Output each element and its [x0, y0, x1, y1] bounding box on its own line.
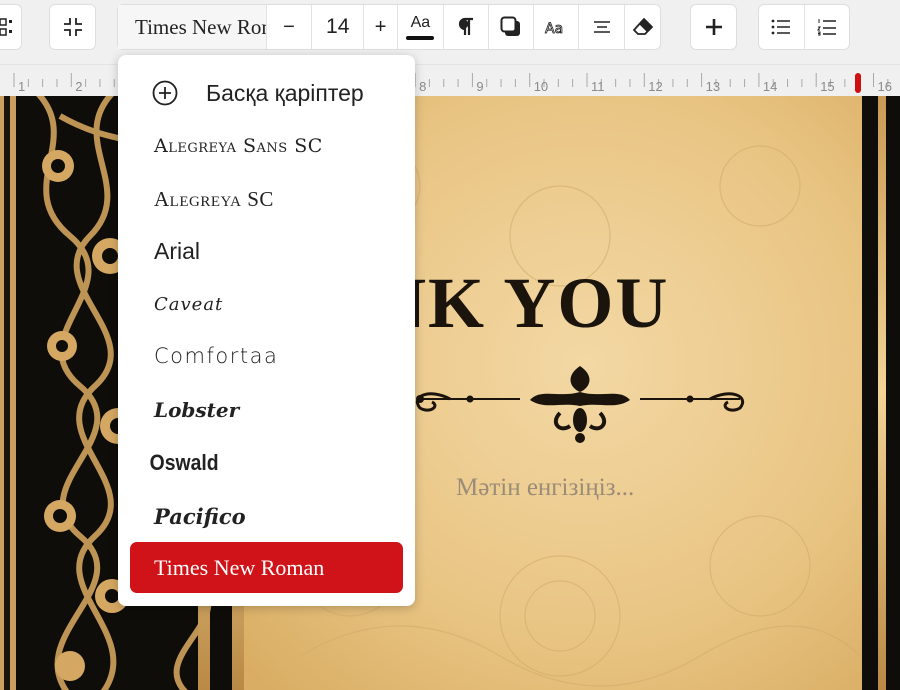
font-option-times-new-roman-selected[interactable]: Times New Roman: [130, 542, 403, 593]
collapse-button[interactable]: [49, 4, 96, 50]
text-case-label: Aa: [410, 14, 431, 31]
collapse-icon: [63, 18, 82, 36]
font-option-comfortaa[interactable]: Comfortaa: [118, 330, 415, 382]
numbered-list-icon: [817, 19, 836, 36]
ruler-label: 8: [419, 79, 426, 94]
ruler-label: 14: [763, 79, 777, 94]
pilcrow-icon: [458, 17, 473, 35]
add-circle-icon: [152, 80, 178, 106]
font-option-alegreya-sans-sc[interactable]: Alegreya Sans SC: [118, 120, 415, 172]
font-option-caveat[interactable]: Caveat: [118, 278, 415, 330]
ruler-label: 16: [878, 79, 892, 94]
font-dropdown: Басқа қаріптер Alegreya Sans SC Alegreya…: [118, 55, 415, 606]
text-format-toolbar: Times New Roman − 14 + Aa Aa: [117, 4, 661, 50]
font-option-alegreya-sc[interactable]: Alegreya SC: [118, 173, 415, 225]
list-toolbar: [758, 4, 850, 50]
more-fonts-option[interactable]: Басқа қаріптер: [118, 67, 415, 119]
ruler-label: 2: [75, 79, 82, 94]
text-style-button[interactable]: Aa: [533, 5, 578, 49]
more-fonts-label: Басқа қаріптер: [206, 79, 364, 106]
font-option-arial[interactable]: Arial: [118, 225, 415, 277]
svg-text:Aa: Aa: [545, 21, 563, 36]
add-element-button[interactable]: [690, 4, 737, 50]
ornament-divider-icon: [416, 366, 744, 443]
ruler-label: 13: [706, 79, 720, 94]
text-style-icon: Aa: [545, 21, 564, 36]
align-center-button[interactable]: [578, 5, 624, 49]
text-color-swatch: [406, 36, 435, 40]
bullet-list-icon: [772, 19, 791, 35]
shadow-icon: [500, 16, 521, 36]
bullet-list-button[interactable]: [759, 5, 804, 49]
ruler-label: 10: [534, 79, 548, 94]
ruler-label: 12: [648, 79, 662, 94]
shadow-button[interactable]: [487, 5, 534, 49]
font-option-pacifico[interactable]: Pacifico: [118, 490, 415, 542]
align-center-icon: [593, 21, 610, 33]
plus-icon: [705, 19, 722, 35]
eraser-icon: [632, 18, 653, 35]
qr-code-icon: [0, 18, 12, 36]
paragraph-button[interactable]: [442, 5, 488, 49]
ruler-label: 11: [591, 79, 605, 94]
ruler-margin-handle[interactable]: [855, 73, 861, 93]
font-option-oswald[interactable]: Oswald: [118, 437, 379, 489]
font-size-input[interactable]: 14: [311, 5, 363, 49]
font-family-select[interactable]: Times New Roman: [118, 5, 266, 49]
text-color-button[interactable]: Aa: [397, 5, 443, 49]
ruler-label: 15: [820, 79, 834, 94]
numbered-list-button[interactable]: [803, 5, 849, 49]
ruler-label: 9: [476, 79, 483, 94]
font-option-lobster[interactable]: Lobster: [118, 384, 415, 436]
eraser-button[interactable]: [624, 5, 660, 49]
ruler-label: 1: [18, 79, 25, 94]
increase-size-button[interactable]: +: [363, 5, 397, 49]
card-text-input[interactable]: Мәтін енгізіңіз...: [456, 474, 634, 502]
qr-code-button[interactable]: [0, 4, 22, 50]
decrease-size-button[interactable]: −: [265, 5, 312, 49]
